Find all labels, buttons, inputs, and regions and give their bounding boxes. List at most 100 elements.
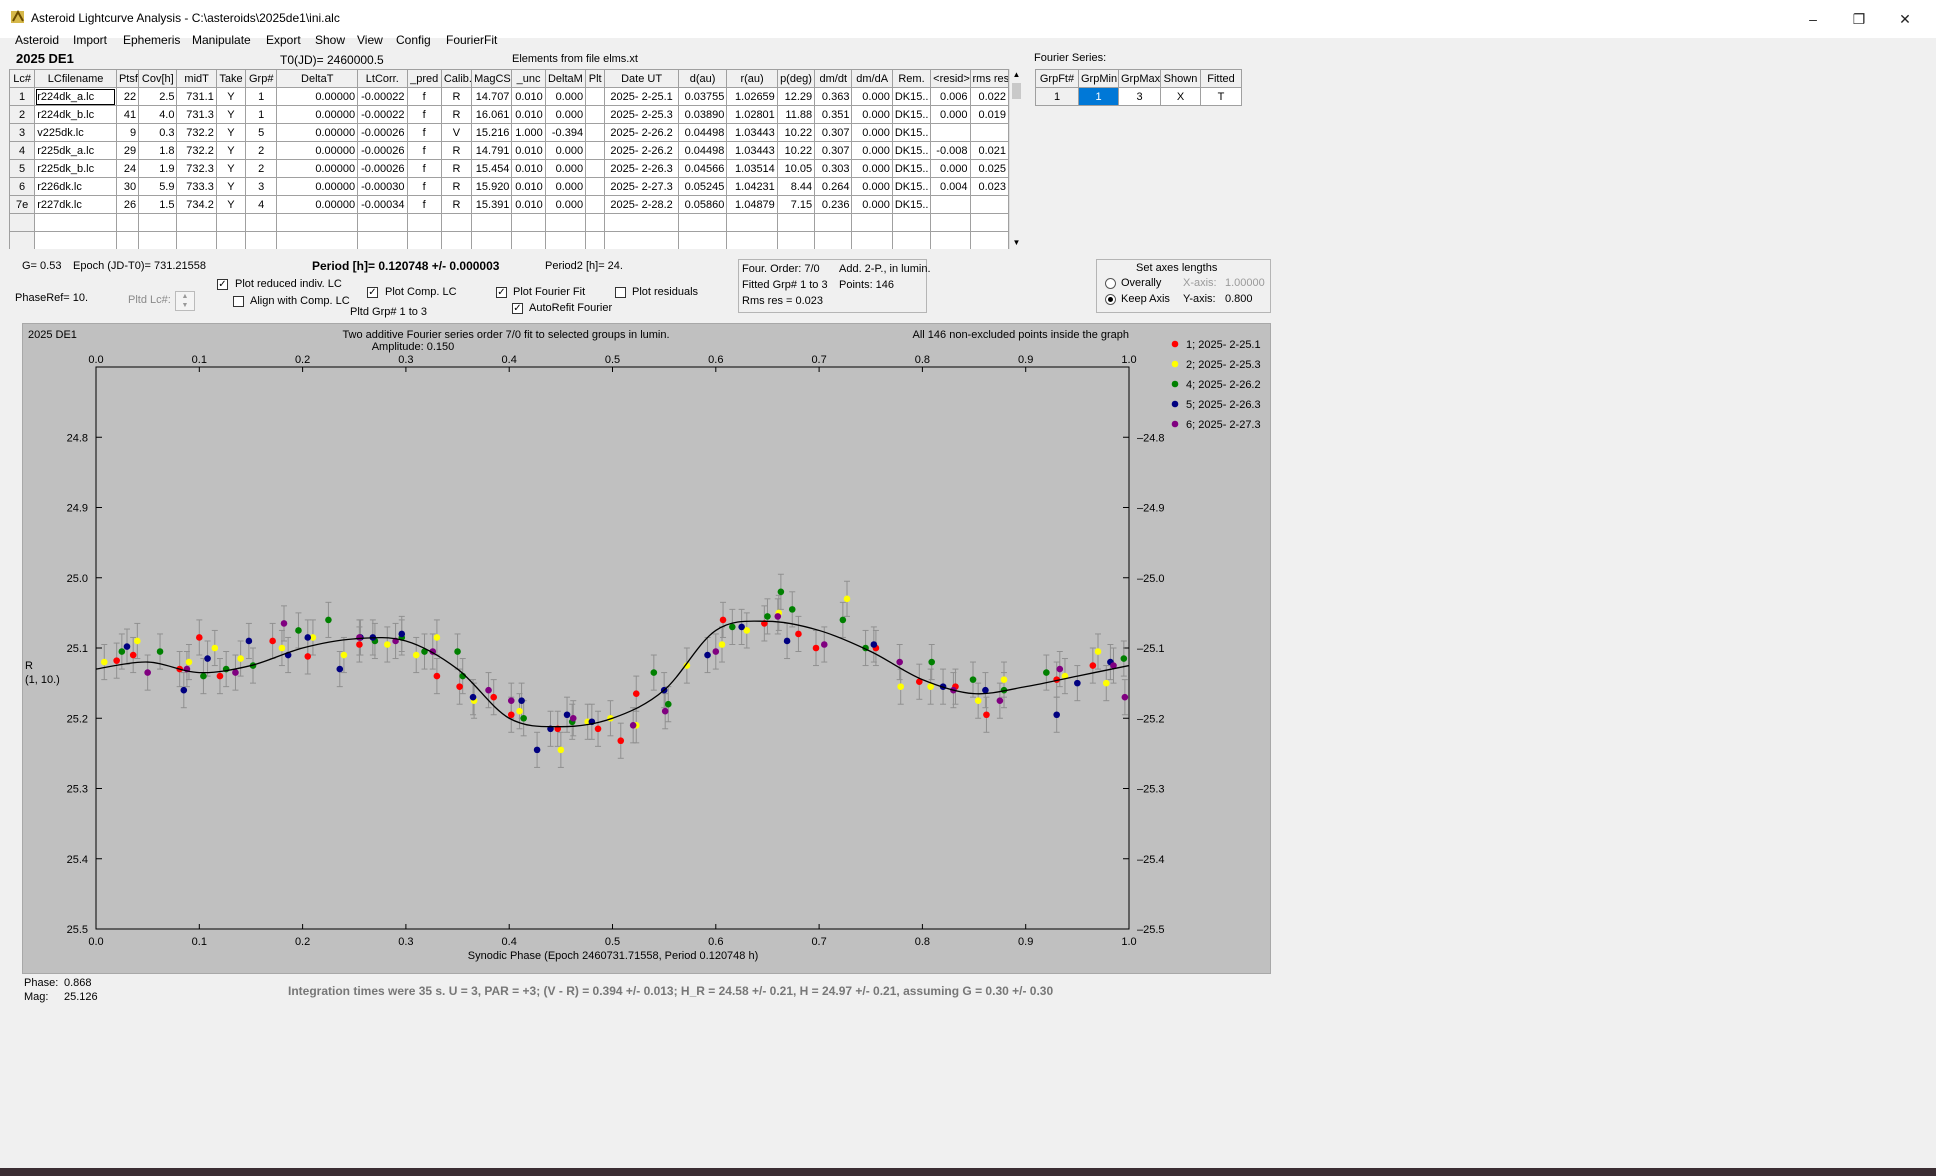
autorefit-checkbox[interactable]: ✓	[512, 303, 523, 314]
table-cell[interactable]	[604, 213, 679, 232]
table-cell[interactable]: r224dk_a.lc	[34, 87, 117, 106]
table-cell[interactable]: 2.5	[138, 87, 178, 106]
column-header[interactable]: p(deg)	[776, 69, 816, 88]
table-cell[interactable]: 7.15	[776, 195, 816, 214]
table-cell[interactable]	[930, 231, 971, 249]
table-cell[interactable]	[969, 123, 1009, 142]
table-cell[interactable]: R	[440, 105, 473, 124]
table-cell[interactable]: 0.010	[511, 105, 546, 124]
column-header[interactable]: _unc	[511, 69, 546, 88]
table-cell[interactable]: Y	[215, 123, 247, 142]
table-cell[interactable]: 2025- 2-25.1	[604, 87, 679, 106]
table-cell[interactable]: 731.3	[176, 105, 217, 124]
table-cell[interactable]: DK15..	[891, 159, 932, 178]
table-cell[interactable]: 731.1	[176, 87, 217, 106]
overall-radio[interactable]	[1105, 278, 1116, 289]
table-cell[interactable]	[585, 87, 606, 106]
column-header[interactable]: Rem.	[891, 69, 932, 88]
table-cell[interactable]: 0.000	[544, 195, 587, 214]
table-cell[interactable]	[9, 231, 36, 249]
table-cell[interactable]	[215, 213, 247, 232]
table-cell[interactable]: 0.019	[969, 105, 1009, 124]
table-cell[interactable]: 14.791	[471, 141, 513, 160]
table-cell[interactable]	[511, 231, 546, 249]
table-cell[interactable]: 0.000	[544, 105, 587, 124]
table-cell[interactable]: 0.010	[511, 141, 546, 160]
table-cell[interactable]: 8.44	[776, 177, 816, 196]
table-cell[interactable]: r227dk.lc	[34, 195, 117, 214]
table-cell[interactable]: -0.00022	[357, 105, 408, 124]
table-cell[interactable]	[176, 213, 217, 232]
table-cell[interactable]	[357, 231, 408, 249]
table-cell[interactable]: Y	[215, 141, 247, 160]
table-cell[interactable]: 0.04498	[677, 141, 728, 160]
table-cell[interactable]	[930, 213, 971, 232]
table-cell[interactable]: 0.307	[814, 141, 853, 160]
menu-ephemeris[interactable]: Ephemeris	[123, 31, 180, 49]
fourier-cell[interactable]: 3	[1118, 87, 1161, 106]
menu-import[interactable]: Import	[73, 31, 107, 49]
table-cell[interactable]	[406, 213, 442, 232]
table-cell[interactable]: 1.5	[138, 195, 178, 214]
menu-asteroid[interactable]: Asteroid	[15, 31, 59, 49]
table-cell[interactable]: 4.0	[138, 105, 178, 124]
column-header[interactable]: LtCorr.	[357, 69, 408, 88]
table-cell[interactable]: 0.000	[851, 105, 893, 124]
table-cell[interactable]: 0.010	[511, 177, 546, 196]
table-cell[interactable]: 0.000	[544, 87, 587, 106]
menu-manipulate[interactable]: Manipulate	[192, 31, 251, 49]
table-cell[interactable]: 0.004	[930, 177, 971, 196]
plot-fourier-checkbox[interactable]: ✓	[496, 287, 507, 298]
column-header[interactable]: Ptsf	[115, 69, 140, 88]
table-cell[interactable]: 0.023	[969, 177, 1009, 196]
table-cell[interactable]: 0.04566	[677, 159, 728, 178]
table-cell[interactable]: 732.3	[176, 159, 217, 178]
table-cell[interactable]: 10.05	[776, 159, 816, 178]
table-cell[interactable]: 0.03755	[677, 87, 728, 106]
table-cell[interactable]	[115, 213, 140, 232]
column-header[interactable]: <resid>	[930, 69, 971, 88]
table-cell[interactable]: 0.00000	[276, 105, 359, 124]
fourier-row[interactable]: 113XT	[1035, 87, 1242, 106]
table-cell[interactable]: 0.000	[851, 87, 893, 106]
table-cell[interactable]	[215, 231, 247, 249]
empty-row[interactable]	[9, 213, 1009, 232]
table-cell[interactable]: 0.264	[814, 177, 853, 196]
table-cell[interactable]: 0.05245	[677, 177, 728, 196]
fourier-cell[interactable]: 1	[1035, 87, 1079, 106]
table-cell[interactable]: -0.394	[544, 123, 587, 142]
table-cell[interactable]: 0.303	[814, 159, 853, 178]
table-cell[interactable]: f	[406, 123, 442, 142]
table-cell[interactable]: DK15..	[891, 195, 932, 214]
table-cell[interactable]	[851, 213, 893, 232]
table-cell[interactable]: 41	[115, 105, 140, 124]
table-cell[interactable]	[930, 195, 971, 214]
table-cell[interactable]: 2025- 2-28.2	[604, 195, 679, 214]
table-cell[interactable]: f	[406, 141, 442, 160]
lightcurve-grid[interactable]: Lc# LCfilename Ptsf Cov[h] midT Take Grp# Delta…	[9, 69, 1009, 249]
table-cell[interactable]: 1.03443	[726, 141, 778, 160]
y-axis-value[interactable]: 0.800	[1225, 293, 1253, 305]
table-cell[interactable]: 5	[245, 123, 278, 142]
table-cell[interactable]: 1.000	[511, 123, 546, 142]
table-cell[interactable]	[891, 213, 932, 232]
table-cell[interactable]: 733.3	[176, 177, 217, 196]
column-header[interactable]: DeltaT	[276, 69, 359, 88]
table-cell[interactable]: 0.00000	[276, 87, 359, 106]
table-cell[interactable]	[969, 213, 1009, 232]
table-cell[interactable]: 2	[245, 159, 278, 178]
table-cell[interactable]: V	[440, 123, 473, 142]
table-cell[interactable]	[604, 231, 679, 249]
table-cell[interactable]: 3	[9, 123, 36, 142]
table-cell[interactable]: 15.391	[471, 195, 513, 214]
table-cell[interactable]: 4	[245, 195, 278, 214]
scroll-up-icon[interactable]: ▲	[1010, 69, 1023, 81]
table-cell[interactable]: 0.000	[930, 159, 971, 178]
table-cell[interactable]	[357, 213, 408, 232]
table-cell[interactable]	[585, 123, 606, 142]
table-cell[interactable]	[245, 231, 278, 249]
table-cell[interactable]: 5.9	[138, 177, 178, 196]
table-cell[interactable]: DK15..	[891, 105, 932, 124]
table-cell[interactable]: 0.000	[851, 177, 893, 196]
table-cell[interactable]: 0.000	[851, 141, 893, 160]
